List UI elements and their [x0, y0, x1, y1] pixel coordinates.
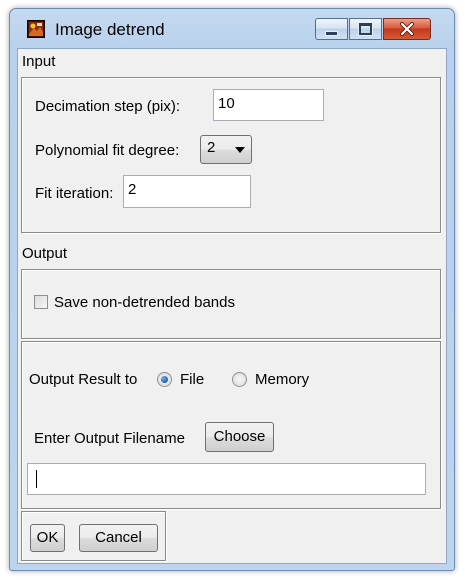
- cancel-button[interactable]: Cancel: [79, 524, 158, 552]
- file-radio[interactable]: [157, 372, 172, 387]
- decimation-step-label: Decimation step (pix):: [35, 98, 181, 115]
- minimize-icon: [325, 30, 338, 36]
- close-icon: [400, 22, 414, 36]
- maximize-icon: [359, 23, 372, 35]
- fit-iteration-label: Fit iteration:: [35, 185, 114, 202]
- save-bands-label: Save non-detrended bands: [54, 294, 235, 311]
- close-button[interactable]: [383, 18, 431, 40]
- memory-radio-label: Memory: [255, 371, 310, 388]
- memory-radio[interactable]: [232, 372, 247, 387]
- fit-iteration-input[interactable]: 2: [123, 175, 251, 208]
- minimize-button[interactable]: [315, 18, 348, 40]
- maximize-button[interactable]: [349, 18, 382, 40]
- input-section-label: Input: [22, 53, 56, 70]
- action-buttons-group: OK Cancel: [21, 511, 166, 561]
- polynomial-degree-select[interactable]: 2: [200, 135, 252, 164]
- dialog-client-area: Input Decimation step (pix): 10 Polynomi…: [17, 48, 447, 564]
- file-radio-label: File: [180, 371, 205, 388]
- choose-button[interactable]: Choose: [205, 422, 274, 452]
- text-cursor: [36, 470, 37, 488]
- polynomial-degree-label: Polynomial fit degree:: [35, 142, 180, 159]
- app-icon: [27, 20, 45, 38]
- ok-button[interactable]: OK: [30, 524, 65, 552]
- output-options-group: Save non-detrended bands: [21, 269, 441, 339]
- chevron-down-icon: [235, 147, 245, 153]
- title-bar[interactable]: Image detrend: [10, 9, 454, 49]
- input-group: Decimation step (pix): 10 Polynomial fit…: [21, 77, 441, 233]
- output-section-label: Output: [22, 245, 68, 262]
- output-filename-input[interactable]: [27, 463, 426, 495]
- output-filename-label: Enter Output Filename: [34, 430, 185, 447]
- polynomial-degree-value: 2: [207, 139, 216, 156]
- output-destination-group: Output Result to File Memory Enter Outpu…: [21, 341, 441, 509]
- output-result-to-label: Output Result to: [29, 371, 138, 388]
- decimation-step-input[interactable]: 10: [213, 89, 324, 121]
- save-bands-checkbox[interactable]: [34, 295, 48, 309]
- window-title: Image detrend: [55, 20, 165, 39]
- dialog-window: Image detrend Input Decimation step (pix…: [9, 8, 455, 571]
